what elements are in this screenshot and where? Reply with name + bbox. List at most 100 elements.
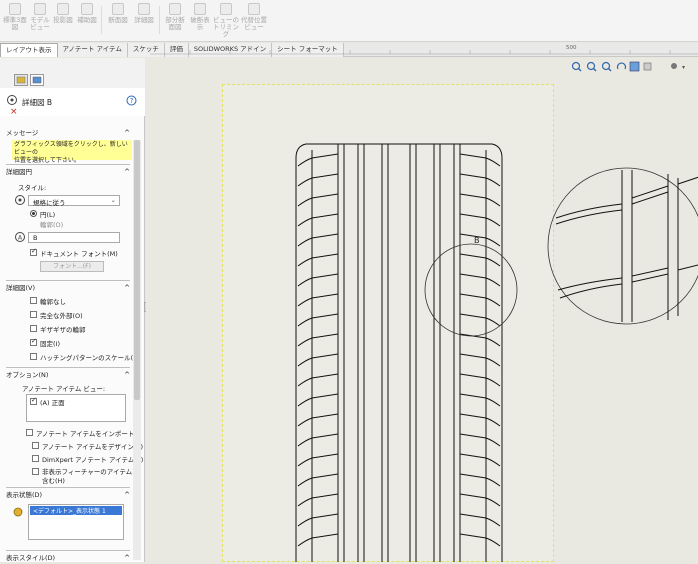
section-divider [6,487,130,488]
message-header-label: メッセージ [6,129,39,137]
property-manager-tab[interactable] [30,74,44,86]
detail-circle-section-header[interactable]: 詳細図円 ^ [6,167,130,178]
display-state-section-header[interactable]: 表示状態(D) ^ [6,490,130,501]
document-font-checkbox[interactable] [30,247,37,256]
sipe-left [297,293,339,307]
design-annotations-label: アノテート アイテムをデザイン(E) [42,443,144,451]
display-state-item-selected[interactable]: <デフォルト>_表示状態 1 [30,506,122,515]
right-sipes [459,153,501,547]
scale-hatch-checkbox[interactable] [30,353,37,360]
display-state-icon [13,507,23,517]
import-annotations-checkbox[interactable] [26,429,33,436]
hidden-features-checkbox[interactable] [32,468,39,475]
label-input[interactable]: B [28,232,120,243]
help-icon[interactable]: ? [126,95,137,106]
feature-manager-tab[interactable] [14,74,28,86]
break-view-label: 破断表示 [190,16,210,31]
tab-layout-view[interactable]: レイアウト表示 [0,43,58,57]
standard-3-view-button[interactable]: 標準3面図 [2,3,28,39]
sipe-right [459,433,501,447]
hidden-features-label-line2: 含む(H) [42,477,65,485]
detail-view-icon [138,3,150,15]
cancel-icon[interactable]: × [10,108,18,117]
style-dropdown[interactable]: 規格に従う ⌄ [28,195,120,207]
radio-dot [32,212,35,215]
sipe-left [297,353,339,367]
detail-view-button[interactable]: 詳細図 [132,3,156,39]
model-view-icon [34,3,46,15]
projected-view-button[interactable]: 投影図 [52,3,74,39]
sipe-left [297,493,339,507]
sipe-right [459,253,501,267]
sipe-left [297,413,339,427]
tab-annotation[interactable]: アノテート アイテム [57,43,128,57]
front-view-label: (A) 正面 [40,399,65,407]
pin-position-checkbox[interactable] [30,337,37,346]
panel-scrollbar-thumb[interactable] [134,140,140,400]
font-button-label: フォント...(F) [53,263,91,270]
svg-text:?: ? [130,97,134,105]
property-list-icon [32,76,42,84]
toolbar-separator [159,6,160,34]
collapse-icon: ^ [124,284,130,292]
sipe-left [297,373,339,387]
sipe-left [297,153,339,167]
sipe-right [459,533,501,547]
style-label: スタイル: [18,184,47,192]
ruler-mark-label: 500 [566,45,577,51]
design-annotations-checkbox[interactable] [32,442,39,449]
message-section-header[interactable]: メッセージ ^ [6,128,130,139]
crop-view-label: ビューのトリミング [213,16,239,38]
collapse-icon: ^ [124,129,130,137]
auxiliary-view-icon [81,3,93,15]
label-icon: A [15,232,25,242]
display-state-list[interactable]: <デフォルト>_表示状態 1 [28,504,124,540]
feature-tree-icon [16,76,26,84]
section-divider [6,550,130,551]
sipe-left [297,213,339,227]
model-view-button[interactable]: モデル ビュー [30,3,50,39]
crop-view-button[interactable]: ビューのトリミング [213,3,239,39]
horizontal-ruler: 500 [150,45,698,55]
detail-view-header-label: 詳細図(V) [6,284,36,292]
detail-view-label: 詳細図 [134,16,154,24]
crop-view-icon [220,3,232,15]
full-outline-checkbox[interactable] [30,311,37,318]
dimxpert-annotations-checkbox[interactable] [32,455,39,462]
property-manager-panel: 詳細図 B ? × メッセージ ^ グラフィックス領域をクリックし、新しいビューの… [0,58,145,562]
sipe-right [459,193,501,207]
sipe-right [459,493,501,507]
sipe-right [459,293,501,307]
annotation-view-list[interactable]: (A) 正面 [26,394,126,422]
collapse-icon: ^ [124,371,130,379]
tire-right-edge [472,143,503,562]
no-outline-label: 輪郭なし [40,298,66,306]
panel-tab-bar [0,58,145,88]
tire-drawing: B [295,143,698,562]
broken-out-section-button[interactable]: 部分断面図 [163,3,187,39]
no-outline-checkbox[interactable] [30,297,37,304]
auxiliary-view-button[interactable]: 補助図 [76,3,98,39]
pm-title: 詳細図 B [22,98,53,107]
display-style-section-header[interactable]: 表示スタイル(D) ^ [6,553,130,564]
section-view-button[interactable]: 断面図 [106,3,130,39]
alternate-position-view-button[interactable]: 代替位置ビュー [241,3,267,39]
alternate-position-view-icon [248,3,260,15]
font-button[interactable]: フォント...(F) [40,261,104,272]
jagged-outline-checkbox[interactable] [30,325,37,332]
options-section-header[interactable]: オプション(N) ^ [6,370,130,381]
detail-circle-header-label: 詳細図円 [6,168,32,176]
sipe-left [297,393,339,407]
detail-view-section-header[interactable]: 詳細図(V) ^ [6,283,130,294]
circle-radio[interactable] [30,210,37,217]
front-view-checkbox[interactable] [30,396,37,405]
sipe-right [459,513,501,527]
sipe-left [297,173,339,187]
detail-view-icon [7,95,17,105]
sipe-left [297,273,339,287]
sipe-left [297,433,339,447]
display-state-item-label: <デフォルト>_表示状態 1 [33,508,106,515]
detail-view-circle [547,167,698,325]
outline-option-label[interactable]: 輪郭(O) [40,219,63,229]
break-view-button[interactable]: 破断表示 [189,3,211,39]
